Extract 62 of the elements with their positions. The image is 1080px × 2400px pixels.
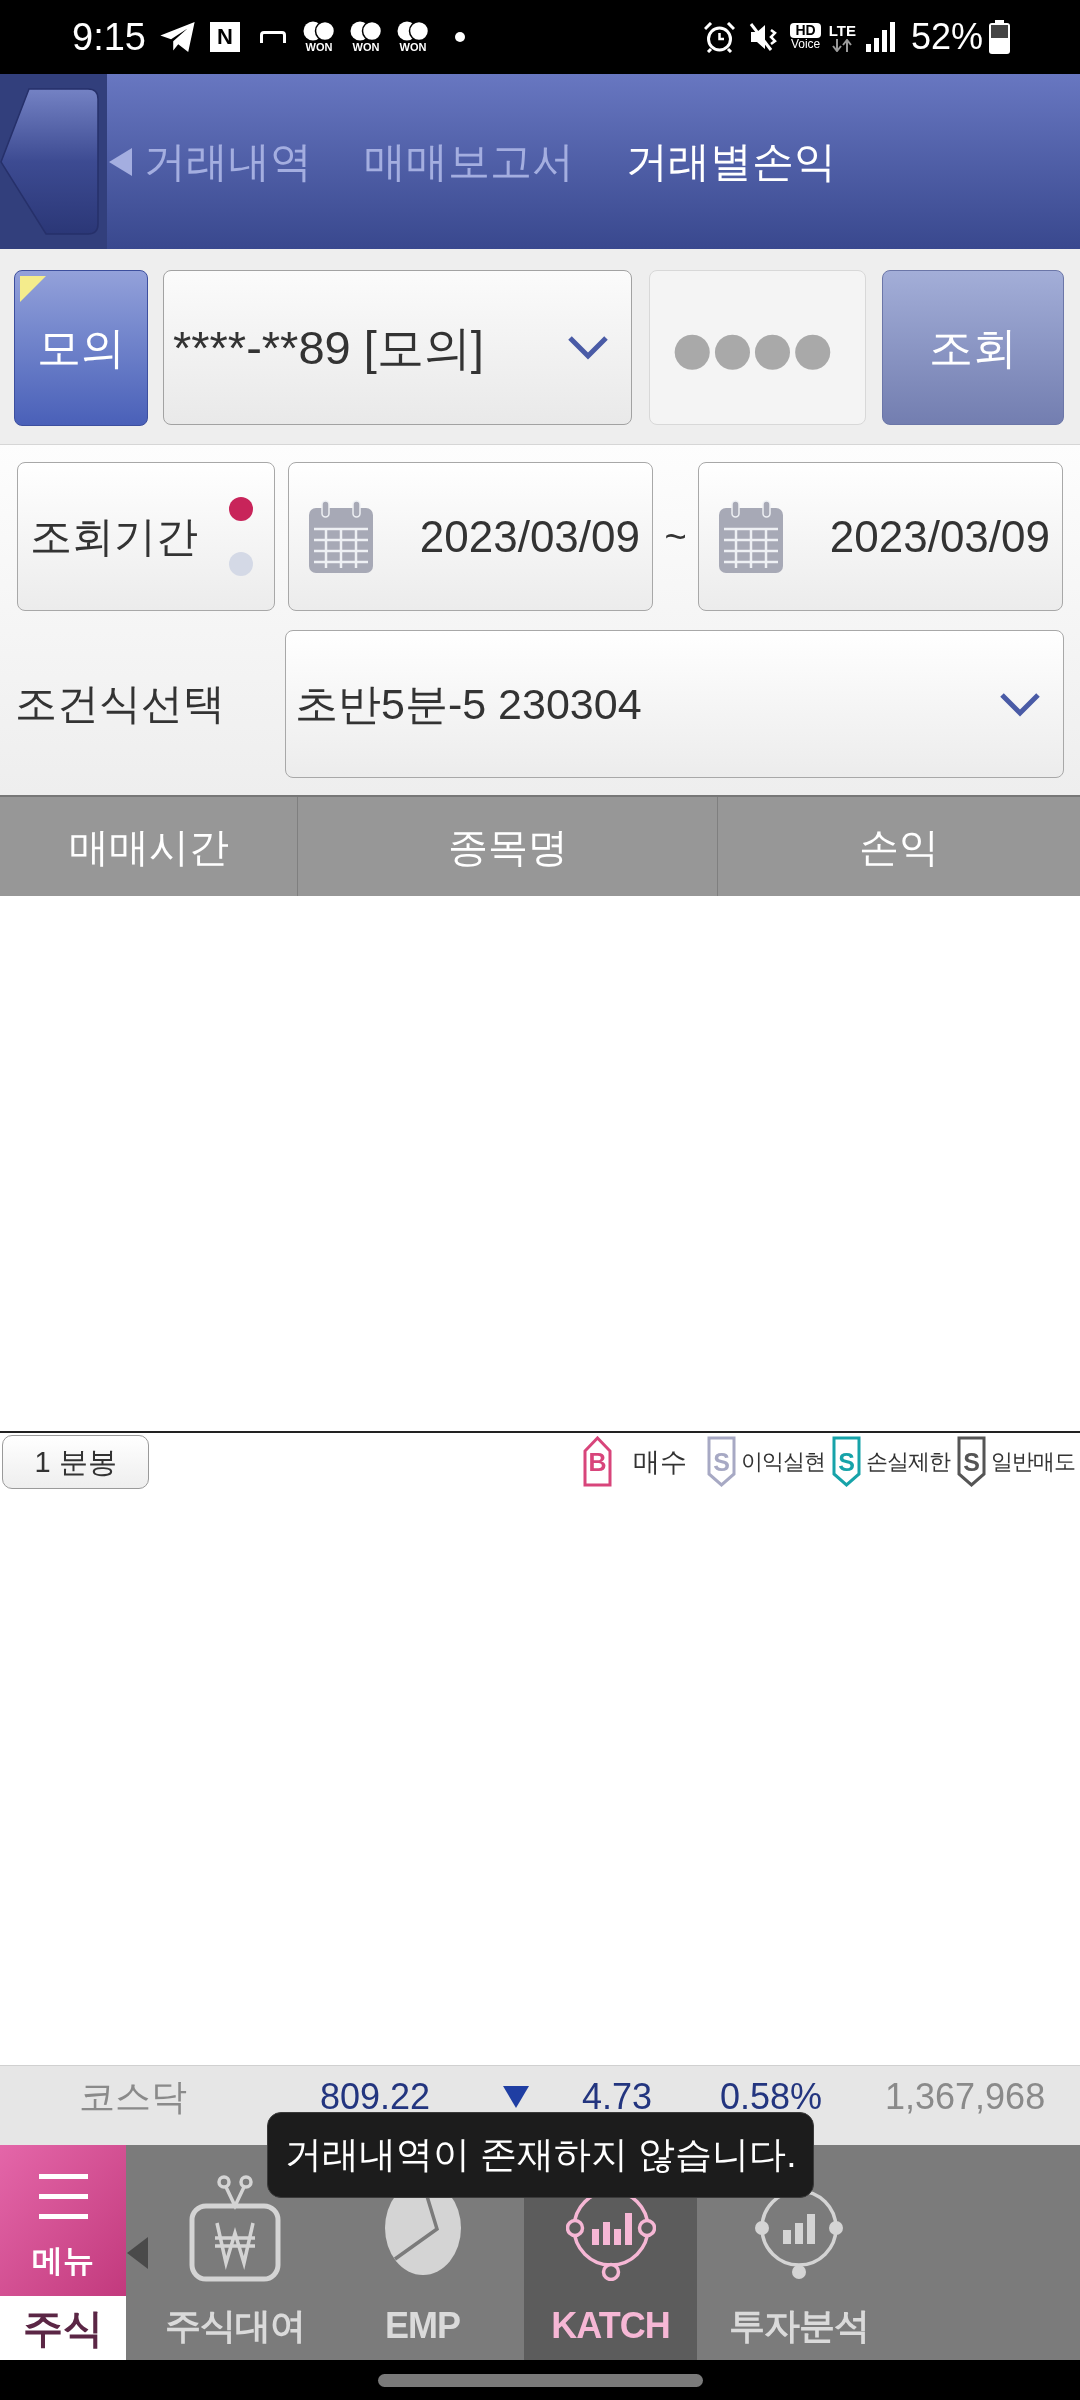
coins-icon (302, 21, 335, 41)
voice-label: Voice (790, 38, 821, 51)
search-button[interactable]: 조회 (882, 270, 1064, 425)
condition-label: 조건식선택 (15, 680, 225, 727)
sell-marker: S (832, 1436, 861, 1487)
signal-icon (865, 22, 895, 52)
condition-dropdown[interactable]: 초반5분-5 230304 (285, 630, 1064, 778)
range-separator: ~ (664, 514, 687, 559)
notification-logo: N (209, 22, 240, 52)
battery-percent: 52% (910, 17, 983, 57)
legend-label: 손실제한 (866, 1447, 950, 1476)
password-field[interactable]: ●●●● (649, 270, 866, 425)
legend-label: 매수 (633, 1446, 687, 1477)
radio-dot-icon[interactable] (229, 552, 253, 576)
section-tab[interactable]: 주식 (0, 2296, 126, 2360)
arch-icon (259, 31, 286, 43)
header-tab[interactable]: 매매보고서 (364, 136, 574, 187)
period-toggle[interactable]: 조회기간 (17, 462, 275, 611)
header-tab[interactable]: 거래별손익 (626, 136, 836, 187)
legend-label: 일반매도 (991, 1447, 1075, 1476)
home-indicator[interactable] (377, 2373, 703, 2387)
battery-icon (989, 20, 1010, 54)
trade-volume: 1,367,968 (885, 2076, 1046, 2117)
menu-button[interactable]: 메뉴 (0, 2145, 126, 2296)
radio-dot-icon[interactable] (229, 497, 253, 521)
notification-label: WON (352, 41, 380, 53)
calendar-icon (718, 499, 784, 574)
sell-marker: S (707, 1436, 736, 1487)
chevron-down-icon (999, 691, 1041, 717)
back-tab-icon (0, 88, 99, 235)
network-label: LTE (828, 22, 856, 39)
legend-label: 이익실현 (741, 1447, 825, 1476)
coins-icon (349, 21, 382, 41)
date-field[interactable]: 2023/03/09 (698, 462, 1063, 611)
paper-plane-icon (159, 22, 195, 52)
account-dropdown[interactable]: ****-**89 [모의] (163, 270, 632, 425)
notification-label: WON (399, 41, 427, 53)
menu-icon (38, 2174, 88, 2219)
tv-won-icon (188, 2174, 281, 2282)
date-field[interactable]: 2023/03/09 (288, 462, 653, 611)
column-header: 종목명 (447, 823, 568, 871)
index-name: 코스닥 (79, 2076, 187, 2117)
interval-button[interactable]: 1 분봉 (2, 1434, 149, 1489)
coins-icon (396, 21, 429, 41)
hd-badge: HD (790, 23, 821, 38)
sell-marker: S (957, 1436, 986, 1487)
mode-button[interactable]: 모의 (14, 270, 148, 426)
column-header: 매매시간 (68, 823, 229, 871)
empty-result-toast: 거래내역이 존재하지 않습니다. (267, 2112, 814, 2198)
corner-fold-icon (20, 276, 46, 302)
alarm-icon (704, 21, 736, 53)
buy-marker: B (583, 1436, 612, 1487)
dot-icon (454, 32, 465, 42)
caret-left-icon (109, 147, 132, 176)
calendar-icon (308, 499, 374, 574)
data-arrows-icon (831, 38, 854, 52)
header-tab[interactable]: 거래내역 (144, 136, 312, 187)
chevron-down-icon (567, 335, 609, 360)
column-header: 손익 (859, 823, 939, 871)
back-button[interactable] (0, 74, 107, 249)
notification-label: WON (305, 41, 333, 53)
status-time: 9:15 (72, 17, 146, 57)
